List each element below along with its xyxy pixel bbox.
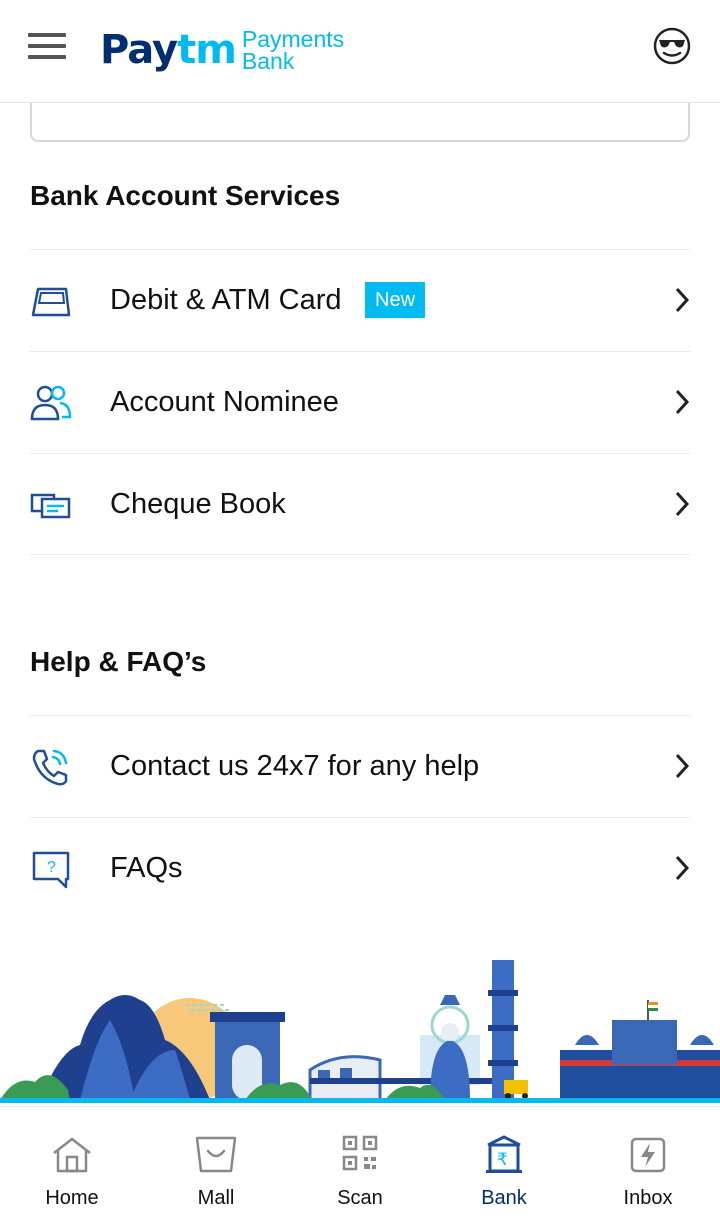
row-label: Debit & ATM Card xyxy=(110,284,342,316)
logo-subtitle: Payments Bank xyxy=(241,26,345,74)
delhi-skyline-illustration xyxy=(0,960,720,1103)
new-badge: New xyxy=(365,282,426,318)
home-icon xyxy=(53,1137,91,1173)
chevron-right-icon xyxy=(675,855,690,881)
chevron-right-icon xyxy=(675,287,690,313)
faq-icon: ? xyxy=(32,851,70,889)
bank-icon: ₹ xyxy=(486,1135,522,1173)
qr-scan-icon xyxy=(342,1135,378,1171)
logo-wordmark: Paytm xyxy=(100,27,237,73)
cheque-book-row[interactable]: Cheque Book xyxy=(30,453,690,555)
nav-inbox[interactable]: Inbox xyxy=(576,1107,720,1222)
menu-icon[interactable] xyxy=(28,31,68,61)
nominee-icon xyxy=(30,385,72,421)
nav-label: Mall xyxy=(197,1187,235,1209)
chevron-right-icon xyxy=(675,389,690,415)
chevron-right-icon xyxy=(675,491,690,517)
bottom-navigation: Home Mall Scan ₹ Bank Inbox xyxy=(0,1106,720,1222)
nav-label: Scan xyxy=(337,1187,383,1209)
inbox-icon xyxy=(630,1137,666,1173)
nav-home[interactable]: Home xyxy=(0,1107,144,1222)
paytm-payments-bank-logo[interactable]: Paytm Payments Bank xyxy=(100,20,344,80)
nav-label: Home xyxy=(45,1187,99,1209)
help-faq-title: Help & FAQ’s xyxy=(30,646,207,677)
chevron-right-icon xyxy=(675,753,690,779)
nav-mall[interactable]: Mall xyxy=(144,1107,288,1222)
mall-icon xyxy=(195,1136,237,1173)
row-label: Cheque Book xyxy=(110,487,286,520)
nav-scan[interactable]: Scan xyxy=(288,1107,432,1222)
nav-label: Inbox xyxy=(623,1187,673,1209)
app-header: Paytm Payments Bank xyxy=(0,0,720,103)
svg-text:?: ? xyxy=(47,859,56,876)
row-label: Contact us 24x7 for any help xyxy=(110,750,480,782)
account-nominee-row[interactable]: Account Nominee xyxy=(30,351,690,453)
profile-avatar-icon[interactable] xyxy=(652,26,692,66)
row-label: FAQs xyxy=(110,852,183,884)
debit-atm-card-row[interactable]: Debit & ATM Card New xyxy=(30,249,690,351)
debit-card-icon xyxy=(31,287,71,317)
cheque-book-icon xyxy=(30,493,71,519)
bank-services-title: Bank Account Services xyxy=(30,180,341,211)
faqs-row[interactable]: ? FAQs xyxy=(30,817,690,919)
phone-icon xyxy=(32,749,68,786)
svg-text:₹: ₹ xyxy=(497,1150,508,1170)
contact-us-row[interactable]: Contact us 24x7 for any help xyxy=(30,715,690,817)
row-label: Account Nominee xyxy=(110,386,339,418)
nav-bank[interactable]: ₹ Bank xyxy=(432,1107,576,1222)
nav-label: Bank xyxy=(481,1187,527,1209)
